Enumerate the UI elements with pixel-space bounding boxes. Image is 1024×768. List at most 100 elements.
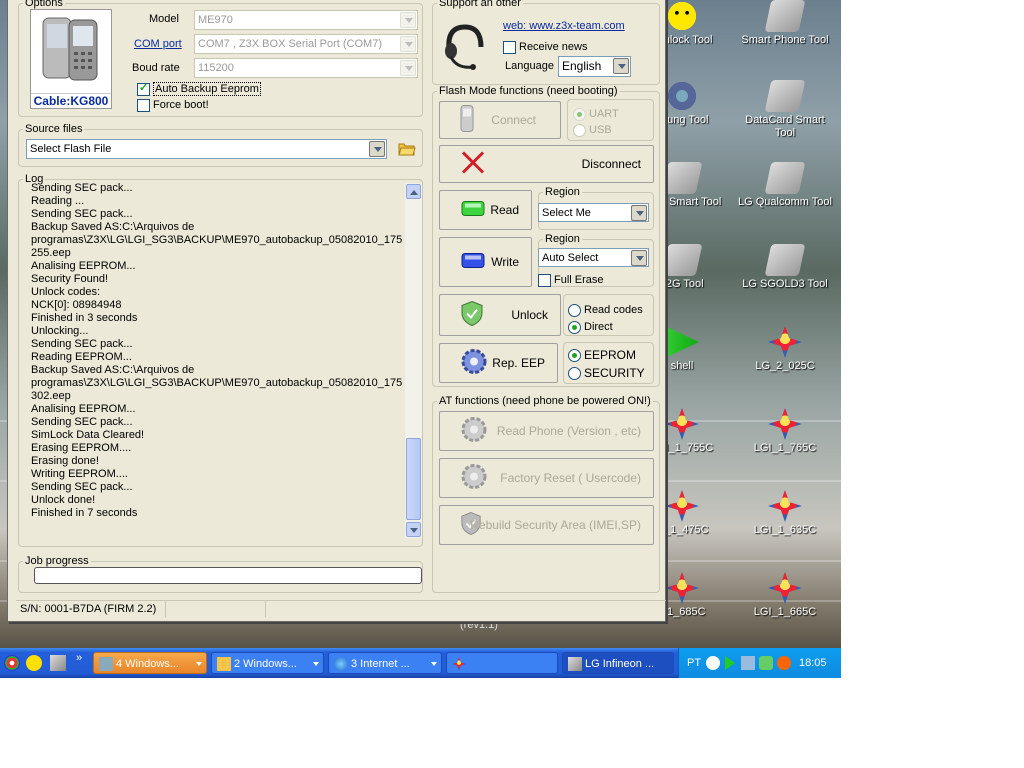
network-icon[interactable] [741,656,755,670]
phone-image: Cable:KG800 [30,9,112,109]
rebuild-security-button[interactable]: Rebuild Security Area (IMEI,SP) [439,505,654,545]
usb-radio[interactable]: USB [573,124,612,137]
direct-radio[interactable]: Direct [568,321,613,334]
log-scrollbar[interactable] [405,183,422,538]
desktop-icon[interactable]: LGI_1_665C [737,572,833,619]
desktop-icon[interactable]: LGI_1_635C [737,490,833,537]
cable-label: Cable:KG800 [31,93,111,108]
shield-icon [460,300,484,330]
flash-file-select[interactable]: Select Flash File [26,139,387,159]
radio-dot [573,108,586,121]
desktop-icon[interactable]: LG_2_025C [737,326,833,373]
log-line: NCK[0]: 08984948 [31,299,122,311]
security-radio[interactable]: SECURITY [568,367,645,380]
log-output[interactable]: Sending SEC pack... Reading ... Sending SE… [26,182,404,537]
disk-icon [661,244,703,276]
job-progress-bar [34,567,422,584]
language-value: English [562,59,602,73]
write-button[interactable]: Write [439,237,532,287]
receive-news-checkbox[interactable]: Receive news [503,41,587,54]
smiley-icon[interactable] [26,655,42,671]
log-line: Reading EEPROM... [31,351,132,363]
ie-icon [334,657,348,671]
scroll-thumb[interactable] [406,438,421,520]
star-icon [665,408,699,440]
taskbar-group-internet[interactable]: 3 Internet ... [328,652,442,674]
force-boot-checkbox[interactable]: Force boot! [137,99,209,112]
play-icon[interactable] [725,656,742,670]
model-value: ME970 [198,14,233,26]
desktop-icon[interactable]: LGI_1_765C [737,408,833,455]
write-icon [460,250,486,275]
connect-button[interactable]: Connect [439,101,561,139]
desktop-icon[interactable]: LG Qualcomm Tool [737,162,833,209]
phone-icon [764,0,806,32]
full-erase-checkbox[interactable]: Full Erase [538,274,604,287]
desktop-icon[interactable]: DataCard Smart Tool [737,80,833,140]
read-phone-button[interactable]: Read Phone (Version , etc) [439,411,654,451]
com-port-select[interactable]: COM7 , Z3X BOX Serial Port (COM7) [194,34,418,54]
log-line: programas\Z3X\LG\LGI_SG3\BACKUP\ME970_au… [31,377,403,389]
taskbar-label: 2 Windows... [234,658,297,670]
baud-rate-value: 115200 [198,62,234,74]
open-folder-icon[interactable] [398,140,416,156]
disconnect-button[interactable]: Disconnect [439,145,654,183]
taskbar-group-folders[interactable]: 2 Windows... [211,652,324,674]
factory-reset-button[interactable]: Factory Reset ( Usercode) [439,458,654,498]
disk-icon[interactable] [50,655,66,671]
tray-icon[interactable] [759,656,773,670]
chevron-down-icon [631,205,647,221]
gear-icon [460,463,488,494]
language-select[interactable]: English [558,56,631,77]
log-line: Unlocking... [31,325,89,337]
rep-eep-button[interactable]: Rep. EEP [439,343,558,383]
taskbar-group-windows[interactable]: 4 Windows... [93,652,207,674]
read-button[interactable]: Read [439,190,532,230]
write-region-value: Auto Select [542,252,599,264]
eeprom-radio[interactable]: EEPROM [568,349,636,362]
headset-icon [439,19,491,71]
tray-icon[interactable] [777,656,791,670]
log-line: Erasing done! [31,455,99,467]
log-line: Sending SEC pack... [31,481,133,493]
factory-reset-label: Factory Reset ( Usercode) [500,471,641,485]
smiley-icon [665,0,699,32]
status-panel [166,601,266,617]
region-legend: Region [545,233,580,245]
model-select[interactable]: ME970 [194,10,418,30]
star-icon [768,326,802,358]
scroll-down-icon[interactable] [406,522,421,537]
desktop-icon[interactable]: Smart Phone Tool [737,0,833,47]
scroll-up-icon[interactable] [406,184,421,199]
baud-rate-select[interactable]: 115200 [194,58,418,78]
more-icon[interactable]: » [76,652,82,664]
tray-icon[interactable] [706,656,720,670]
read-codes-radio[interactable]: Read codes [568,304,643,317]
language-indicator[interactable]: PT [687,648,701,678]
log-line: Reading ... [31,195,85,207]
at-functions-legend: AT functions (need phone be powered ON!) [439,395,651,407]
uart-radio[interactable]: UART [573,108,619,121]
write-region-select[interactable]: Auto Select [538,248,649,267]
write-label: Write [491,255,519,269]
read-label: Read [490,203,519,217]
quicklaunch-icon[interactable] [4,655,20,671]
star-icon [665,572,699,604]
region-legend: Region [545,186,580,198]
unlock-button[interactable]: Unlock [439,294,561,336]
read-region-select[interactable]: Select Me [538,203,649,222]
auto-backup-checkbox[interactable]: Auto Backup Eeprom [137,82,261,96]
uart-label: UART [589,108,619,120]
web-link[interactable]: web: www.z3x-team.com [503,20,625,32]
com-port-link[interactable]: COM port [134,38,182,50]
desktop-icon[interactable]: LG SGOLD3 Tool [737,244,833,291]
full-erase-label: Full Erase [554,274,604,286]
taskbar-item-lg-infineon[interactable]: LG Infineon ... [562,652,674,674]
taskbar-item-app[interactable] [446,652,558,674]
gear-icon [460,416,488,447]
log-line: Finished in 3 seconds [31,312,138,324]
disconnect-label: Disconnect [581,157,641,171]
read-phone-label: Read Phone (Version , etc) [496,424,641,438]
log-line: Security Found! [31,273,109,285]
window-icon [99,657,113,671]
